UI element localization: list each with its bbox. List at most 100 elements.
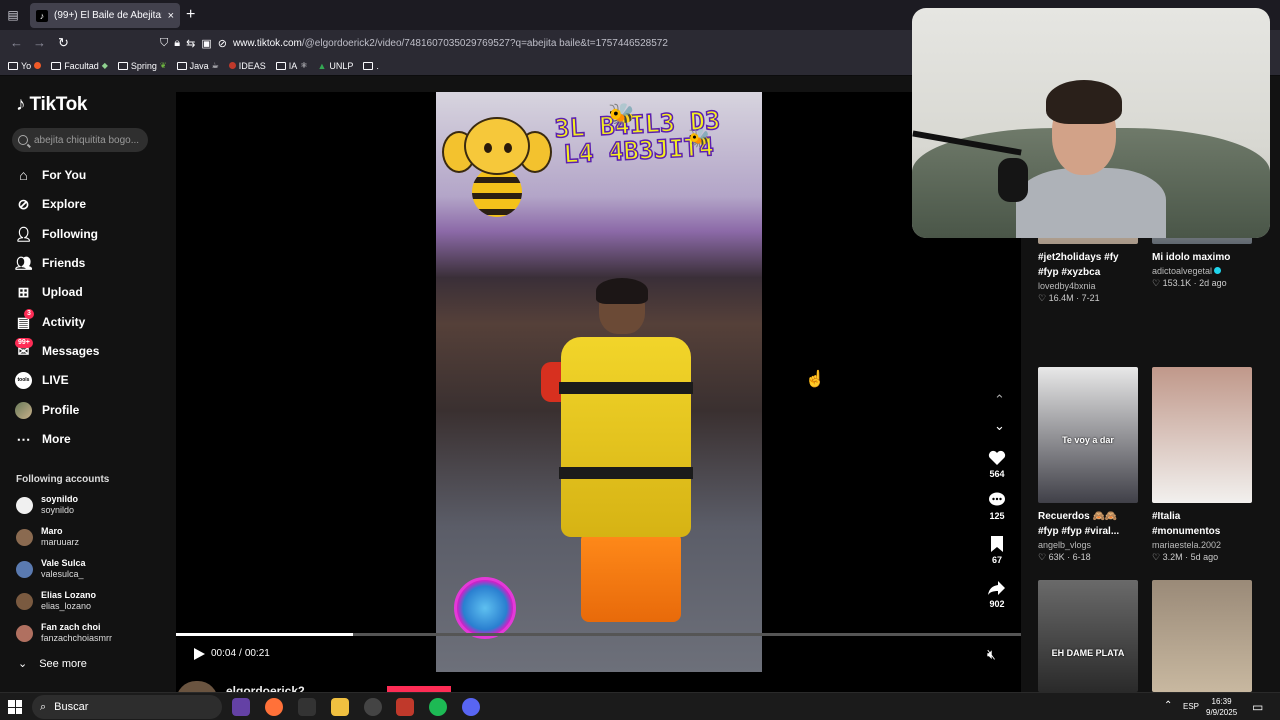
- save-action[interactable]: 67: [982, 534, 1012, 565]
- comment-action[interactable]: 125: [982, 490, 1012, 521]
- video-thumbnail[interactable]: Te voy a dar: [1038, 367, 1138, 503]
- tab-close-icon[interactable]: ×: [168, 10, 174, 22]
- bookmark-facultad[interactable]: Facultad ◆: [51, 61, 108, 71]
- menu-friends[interactable]: 👥︎ Friends: [14, 253, 86, 273]
- obs-icon[interactable]: [364, 698, 382, 716]
- video-progress-bar[interactable]: [176, 633, 1021, 636]
- previous-video-icon[interactable]: ⌃: [994, 392, 1005, 408]
- video-thumbnail[interactable]: [1152, 367, 1252, 503]
- save-count: 67: [991, 555, 1002, 565]
- menu-following[interactable]: 👤︎ Following: [15, 224, 98, 244]
- discord-icon[interactable]: [462, 698, 480, 716]
- recommended-video-card[interactable]: EH DAME PLATA: [1038, 580, 1142, 692]
- folder-icon: [363, 61, 374, 70]
- live-icon: tools: [15, 371, 32, 389]
- camera-permission-icon[interactable]: ▣: [201, 37, 211, 50]
- tiktok-logo[interactable]: ♪ TikTok: [16, 94, 87, 116]
- bee-emoji-icon: 🐝: [688, 128, 711, 148]
- url-bar[interactable]: ⛉ 🔒︎ ⇆ ▣ ⊘ www.tiktok.com/@elgordoerick2…: [156, 32, 916, 54]
- recommended-video-card[interactable]: Te voy a dar Recuerdos 🙈🙈 #fyp #fyp #vir…: [1038, 367, 1142, 563]
- verified-badge-icon: [1214, 267, 1222, 274]
- menu-activity[interactable]: ▤ 3 Activity: [15, 308, 85, 332]
- creator-logo-badge: [454, 577, 516, 639]
- windows-start-icon[interactable]: [8, 700, 22, 714]
- comment-count: 125: [989, 511, 1005, 521]
- following-account[interactable]: Fan zach choi fanzachchoiasmrr: [16, 622, 112, 644]
- mute-icon[interactable]: 🔇︎: [987, 646, 996, 663]
- notification-icon[interactable]: ▭: [1252, 700, 1263, 714]
- avatar: [16, 528, 33, 546]
- video-thumbnail[interactable]: EH DAME PLATA: [1038, 580, 1138, 692]
- spring-leaf-icon: ❦: [159, 61, 167, 70]
- mic-permission-icon[interactable]: ⊘: [218, 37, 227, 50]
- following-account[interactable]: soynildo soynildo: [16, 494, 78, 516]
- see-more-button[interactable]: ⌄ See more: [18, 657, 87, 671]
- permissions-icon[interactable]: ⇆: [186, 37, 195, 50]
- next-video-icon[interactable]: ⌄: [994, 418, 1005, 434]
- bookmark-yo[interactable]: Yo: [8, 61, 42, 71]
- recommended-video-card[interactable]: #Italia #monumentos mariaestela.2002 ♡ 3…: [1152, 367, 1256, 563]
- voicemeeter-icon[interactable]: [396, 698, 414, 716]
- video-thumbnail[interactable]: [1152, 580, 1252, 692]
- menu-explore[interactable]: ⊘ Explore: [15, 194, 86, 214]
- tab-list-icon[interactable]: ▤: [6, 8, 20, 22]
- activity-icon: ▤ 3: [15, 308, 34, 331]
- search-input[interactable]: [34, 134, 144, 146]
- bookmark-ideas[interactable]: IDEAS: [228, 61, 266, 71]
- firefox-icon[interactable]: [265, 698, 283, 716]
- url-text[interactable]: www.tiktok.com/@elgordoerick2/video/7481…: [233, 38, 668, 49]
- bookmark-dot[interactable]: .: [363, 61, 379, 71]
- recommended-video-card[interactable]: [1152, 580, 1256, 692]
- folder-icon: [176, 61, 187, 70]
- forward-arrow-icon[interactable]: →: [33, 35, 46, 50]
- java-cup-icon: ☕︎: [211, 61, 219, 70]
- video-frame[interactable]: 3L B4IL3 D3 L4 4B3JIT4 🐝 🐝: [436, 92, 762, 672]
- friends-icon: 👥︎: [14, 254, 33, 271]
- heart-icon: ♡: [1038, 293, 1049, 303]
- play-icon[interactable]: [192, 647, 206, 661]
- tray-clock[interactable]: 16:39 9/9/2025: [1206, 696, 1237, 718]
- share-action[interactable]: 902: [982, 578, 1012, 609]
- comment-icon[interactable]: [982, 490, 1012, 510]
- file-explorer-icon[interactable]: [331, 698, 349, 716]
- bookmark-ia[interactable]: IA ⚛: [275, 61, 307, 71]
- following-account[interactable]: Elias Lozano elias_lozano: [16, 590, 96, 612]
- shield-icon[interactable]: ⛉: [160, 37, 168, 50]
- lock-icon[interactable]: 🔒︎: [174, 37, 180, 50]
- video-player[interactable]: 3L B4IL3 D3 L4 4B3JIT4 🐝 🐝 00:04/00:21 🔇…: [176, 92, 1021, 692]
- bookmark-icon[interactable]: [982, 534, 1012, 554]
- reload-icon[interactable]: ↻: [58, 35, 69, 51]
- terminal-icon[interactable]: [298, 698, 316, 716]
- menu-live[interactable]: tools LIVE: [15, 370, 69, 390]
- bookmark-java[interactable]: Java ☕︎: [176, 61, 219, 71]
- messages-icon: ✉ 99+: [15, 337, 33, 360]
- browser-tab-active[interactable]: ♪ (99+) El Baile de Abejita: Diversi ×: [30, 3, 180, 28]
- back-arrow-icon[interactable]: ←: [10, 35, 23, 50]
- heart-icon: ♡: [1038, 552, 1049, 562]
- tray-language[interactable]: ESP: [1183, 702, 1199, 711]
- menu-upload[interactable]: ⊞ Upload: [15, 282, 83, 302]
- spotify-icon[interactable]: [429, 698, 447, 716]
- following-account[interactable]: Vale Sulca valesulca_: [16, 558, 86, 580]
- search-box[interactable]: [12, 128, 148, 152]
- video-time: 00:04/00:21: [211, 648, 270, 659]
- bookmark-spring[interactable]: Spring ❦: [117, 61, 167, 71]
- sidebar: ♪ TikTok ⌂For You ⊘Explore 👤︎Following 👥…: [0, 77, 160, 692]
- taskbar: ⌕ Buscar ⌃ ESP 16:39 9/9/2025 ▭: [0, 692, 1280, 720]
- menu-profile[interactable]: Profile: [15, 400, 79, 420]
- like-action[interactable]: 564: [982, 448, 1012, 479]
- tray-chevron-up-icon[interactable]: ⌃: [1164, 700, 1172, 711]
- menu-messages[interactable]: ✉ 99+ Messages: [15, 337, 99, 361]
- following-account[interactable]: Maro maruuarz: [16, 526, 79, 548]
- taskbar-search[interactable]: ⌕ Buscar: [32, 695, 222, 719]
- twitch-icon[interactable]: [232, 698, 250, 716]
- share-arrow-icon[interactable]: [982, 578, 1012, 598]
- tiktok-note-icon: ♪: [16, 94, 26, 115]
- search-icon[interactable]: [18, 135, 28, 145]
- heart-icon[interactable]: [982, 448, 1012, 468]
- bookmark-unlp[interactable]: ▲ UNLP: [317, 61, 353, 71]
- menu-for-you[interactable]: ⌂ For You: [15, 165, 86, 185]
- menu-more[interactable]: ⋯ More: [15, 429, 71, 449]
- hand-cursor-icon: ☝: [805, 371, 825, 388]
- new-tab-icon[interactable]: +: [186, 6, 195, 24]
